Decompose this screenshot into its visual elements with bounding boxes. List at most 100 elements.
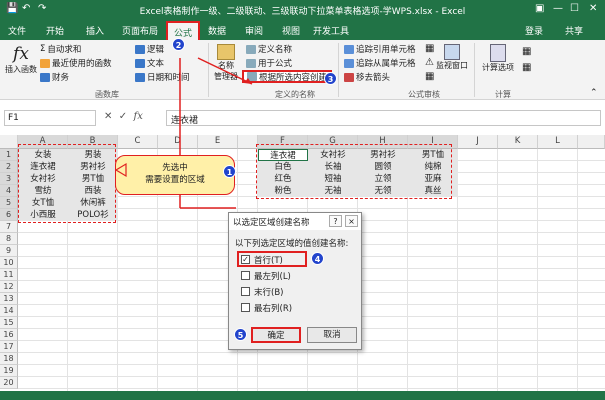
gridline: [577, 149, 578, 400]
marker-5: 5: [234, 328, 247, 341]
row-header[interactable]: 5: [0, 197, 18, 209]
recent-functions-button[interactable]: 最近使用的函数: [40, 57, 112, 69]
row-header[interactable]: 1: [0, 149, 18, 161]
use-in-formula-button[interactable]: 用于公式: [246, 57, 292, 69]
ok-button[interactable]: 确定: [251, 327, 301, 343]
share-button[interactable]: 共享: [565, 24, 583, 37]
tab-data[interactable]: 数据: [208, 24, 226, 37]
define-name-button[interactable]: 定义名称: [246, 43, 292, 55]
dialog-close-button[interactable]: ×: [345, 215, 358, 227]
star-icon: [40, 58, 50, 68]
gridline: [18, 388, 605, 389]
collapse-ribbon-icon[interactable]: ⌃: [590, 88, 598, 98]
tab-insert[interactable]: 插入: [86, 24, 104, 37]
select-all-corner[interactable]: [0, 135, 18, 149]
tab-file[interactable]: 文件: [8, 24, 26, 37]
financial-button[interactable]: 财务: [40, 71, 69, 83]
minimize-icon[interactable]: —: [553, 3, 563, 14]
tab-home[interactable]: 开始: [46, 24, 64, 37]
autosum-button[interactable]: Σ 自动求和: [40, 43, 81, 55]
tab-developer[interactable]: 开发工具: [313, 24, 349, 37]
tag-icon: [246, 44, 256, 54]
help-button[interactable]: ?: [329, 215, 342, 227]
row-header[interactable]: 18: [0, 353, 18, 365]
column-header[interactable]: K: [498, 135, 538, 149]
evaluate-formula-icon[interactable]: ▦: [425, 71, 434, 82]
row-header[interactable]: 14: [0, 305, 18, 317]
row-header[interactable]: 17: [0, 341, 18, 353]
checkbox-top-row[interactable]: ✓: [241, 255, 250, 264]
row-header[interactable]: 10: [0, 257, 18, 269]
calculate-now-icon[interactable]: ▦: [522, 46, 531, 57]
calc-options-button[interactable]: 计算选项: [478, 44, 518, 73]
name-box[interactable]: F1: [4, 110, 96, 126]
marker-2: 2: [172, 38, 185, 51]
column-header[interactable]: C: [118, 135, 158, 149]
trace-dependents-button[interactable]: 追踪从属单元格: [344, 57, 416, 69]
book-icon: [135, 44, 145, 54]
book-icon: [135, 58, 145, 68]
marker-3: 3: [324, 72, 337, 85]
checkbox-left-column[interactable]: [241, 271, 250, 280]
row-header[interactable]: 20: [0, 377, 18, 389]
ribbon-options-icon[interactable]: ▣: [535, 3, 544, 14]
row-header[interactable]: 13: [0, 293, 18, 305]
title-bar: 💾 ↶ ↷ Excel表格制作一级、二级联动、三级联动下拉菜单表格选项-学WPS…: [0, 0, 605, 21]
row-header[interactable]: 8: [0, 233, 18, 245]
arrow-icon: [344, 58, 354, 68]
column-header-gap: [238, 135, 258, 149]
divider: [208, 43, 209, 97]
column-header[interactable]: J: [458, 135, 498, 149]
checkbox-bottom-row[interactable]: [241, 287, 250, 296]
row-header[interactable]: 16: [0, 329, 18, 341]
gridline: [18, 364, 605, 365]
tab-review[interactable]: 审阅: [245, 24, 263, 37]
row-header[interactable]: 2: [0, 161, 18, 173]
row-header[interactable]: 3: [0, 173, 18, 185]
remove-arrows-button[interactable]: 移去箭头: [344, 71, 390, 83]
text-button[interactable]: 文本: [135, 57, 164, 69]
calculate-sheet-icon[interactable]: ▦: [522, 62, 531, 73]
row-header[interactable]: 12: [0, 281, 18, 293]
row-header[interactable]: 7: [0, 221, 18, 233]
option-left-column-label: 最左列(L): [254, 272, 291, 282]
gridline: [497, 149, 498, 400]
column-header[interactable]: D: [158, 135, 198, 149]
cancel-icon[interactable]: ✕: [104, 111, 112, 122]
watch-icon: [444, 44, 460, 60]
column-header[interactable]: E: [198, 135, 238, 149]
row-header[interactable]: 9: [0, 245, 18, 257]
cancel-button[interactable]: 取消: [307, 327, 357, 343]
create-names-dialog: 以选定区域创建名称 ? × 以下列选定区域的值创建名称: ✓ 首行(T) 最左列…: [228, 212, 362, 350]
logical-button[interactable]: 逻辑: [135, 43, 164, 55]
watch-window-button[interactable]: 监视窗口: [433, 44, 471, 71]
tab-page-layout[interactable]: 页面布局: [122, 24, 158, 37]
tab-formulas[interactable]: 公式: [166, 21, 201, 40]
callout-tip: 先选中 需要设置的区域: [115, 155, 235, 195]
tab-login[interactable]: 登录: [525, 24, 543, 37]
row-header[interactable]: 15: [0, 317, 18, 329]
datetime-button[interactable]: 日期和时间: [135, 71, 190, 83]
create-from-selection-button[interactable]: 根据所选内容创建: [242, 70, 333, 83]
checkbox-right-column[interactable]: [241, 303, 250, 312]
option-top-row-label: 首行(T): [254, 256, 283, 266]
fx-icon[interactable]: fx: [134, 111, 143, 122]
insert-function-button[interactable]: fx 插入函数: [4, 44, 38, 75]
trace-precedents-button[interactable]: 追踪引用单元格: [344, 43, 416, 55]
row-header[interactable]: 11: [0, 269, 18, 281]
row-header[interactable]: 4: [0, 185, 18, 197]
maximize-icon[interactable]: ☐: [570, 3, 579, 14]
row-header[interactable]: 6: [0, 209, 18, 221]
remove-arrows-icon: [344, 72, 354, 82]
divider: [338, 43, 339, 97]
formula-input[interactable]: 连衣裙: [166, 110, 601, 126]
callout-pointer: [114, 162, 127, 178]
gridline: [537, 149, 538, 400]
selection-range-ab: [18, 144, 116, 223]
tab-view[interactable]: 视图: [282, 24, 300, 37]
close-icon[interactable]: ✕: [589, 3, 597, 14]
name-manager-button[interactable]: 名称 管理器: [211, 44, 241, 82]
column-header[interactable]: L: [538, 135, 578, 149]
enter-icon[interactable]: ✓: [119, 111, 127, 122]
row-header[interactable]: 19: [0, 365, 18, 377]
